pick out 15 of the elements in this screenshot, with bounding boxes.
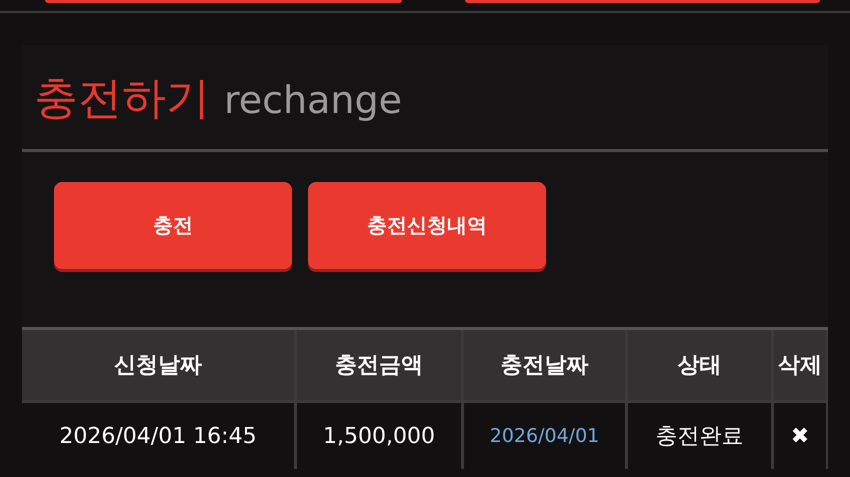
- cut-off-button[interactable]: [465, 0, 820, 3]
- cut-off-button[interactable]: [45, 0, 402, 3]
- action-button[interactable]: 충전: [54, 182, 292, 269]
- action-button[interactable]: 충전신청내역: [308, 182, 546, 269]
- table-cell: 1,500,000: [297, 403, 461, 469]
- column-header: 삭제: [774, 330, 826, 400]
- column-header: 충전날짜: [464, 330, 625, 400]
- page-title: 충전하기: [34, 77, 210, 121]
- column-header: 신청날짜: [22, 330, 294, 400]
- column-header: 상태: [628, 330, 771, 400]
- page-subtitle: rechange: [224, 81, 402, 119]
- column-header: 충전금액: [297, 330, 461, 400]
- delete-button[interactable]: ✖: [790, 424, 810, 448]
- table-cell: 충전완료: [628, 403, 771, 469]
- table-cell: 2026/04/01 16:45: [22, 403, 294, 469]
